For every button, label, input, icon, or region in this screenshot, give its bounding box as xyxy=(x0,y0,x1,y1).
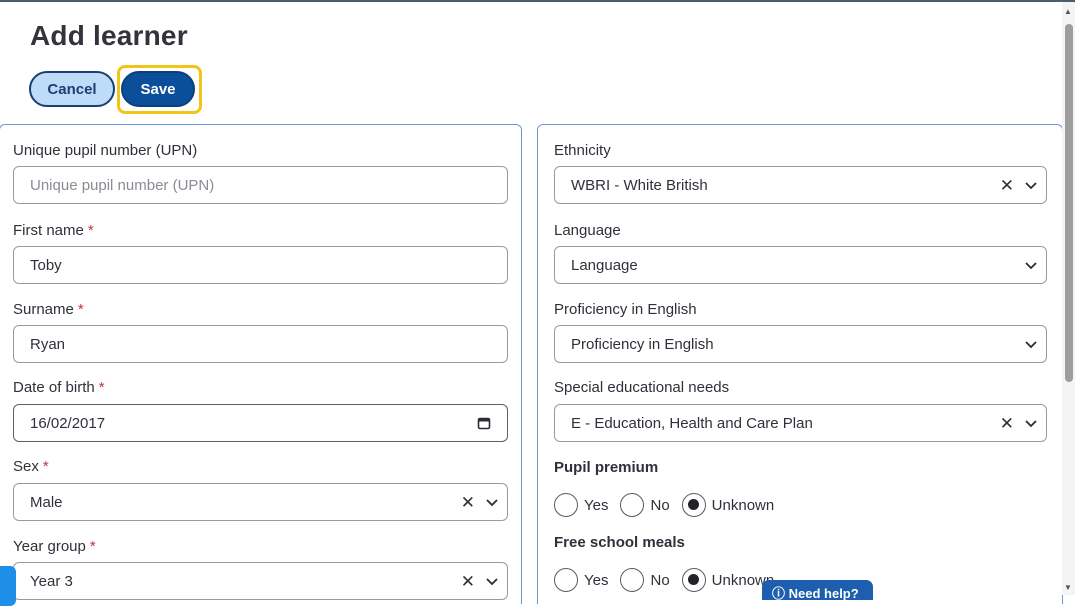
language-select[interactable]: Language xyxy=(554,246,1047,284)
calendar-icon[interactable] xyxy=(477,416,491,430)
dob-field[interactable]: 16/02/2017 xyxy=(13,404,508,442)
sen-value: E - Education, Health and Care Plan xyxy=(571,414,813,432)
radio-circle-selected[interactable] xyxy=(681,493,706,517)
upn-field[interactable] xyxy=(13,166,508,204)
ethnicity-select[interactable]: WBRI - White British ✕ xyxy=(554,166,1047,204)
surname-field[interactable]: Ryan xyxy=(13,325,508,363)
year-group-select[interactable]: Year 3 ✕ xyxy=(13,562,508,600)
year-group-label: Year group * xyxy=(13,538,96,555)
free-school-meals-no[interactable]: No xyxy=(620,568,670,592)
top-border xyxy=(0,0,1075,2)
required-mark: * xyxy=(89,538,96,555)
save-button[interactable]: Save xyxy=(121,71,195,107)
close-icon[interactable]: ✕ xyxy=(461,573,475,590)
chevron-down-icon[interactable] xyxy=(485,495,499,509)
sex-label: Sex * xyxy=(13,458,49,475)
chevron-down-icon[interactable] xyxy=(1024,258,1038,272)
sen-label: Special educational needs xyxy=(554,379,730,396)
upn-label: Unique pupil number (UPN) xyxy=(13,142,198,159)
close-icon[interactable]: ✕ xyxy=(1000,415,1014,432)
pupil-premium-label: Pupil premium xyxy=(554,459,659,476)
first-name-value: Toby xyxy=(30,256,62,274)
language-label: Language xyxy=(554,222,621,239)
radio-circle[interactable] xyxy=(554,568,578,592)
required-mark: * xyxy=(87,222,94,239)
ethnicity-value: WBRI - White British xyxy=(571,176,708,194)
page-title: Add learner xyxy=(30,20,188,51)
year-group-value: Year 3 xyxy=(30,572,73,590)
pupil-premium-no[interactable]: No xyxy=(620,493,670,517)
chevron-down-icon[interactable] xyxy=(1024,178,1038,192)
radio-circle-selected[interactable] xyxy=(681,568,706,592)
sex-select[interactable]: Male ✕ xyxy=(13,483,508,521)
first-name-field[interactable]: Toby xyxy=(13,246,508,284)
chevron-down-icon[interactable] xyxy=(485,574,499,588)
free-school-meals-yes[interactable]: Yes xyxy=(554,568,608,592)
sen-select[interactable]: E - Education, Health and Care Plan ✕ xyxy=(554,404,1047,442)
surname-label: Surname * xyxy=(13,301,84,318)
first-name-label: First name * xyxy=(13,222,94,239)
required-mark: * xyxy=(42,458,49,475)
chevron-down-icon[interactable] xyxy=(1024,416,1038,430)
side-widget-tab[interactable] xyxy=(0,566,16,606)
radio-circle[interactable] xyxy=(620,493,645,517)
pupil-premium-radio-group: Yes No Unknown xyxy=(554,493,786,517)
help-icon: ⓘ xyxy=(772,586,789,600)
proficiency-label: Proficiency in English xyxy=(554,301,697,318)
surname-value: Ryan xyxy=(30,335,66,353)
close-icon[interactable]: ✕ xyxy=(1000,177,1014,194)
chevron-down-icon[interactable] xyxy=(1024,337,1038,351)
dob-label: Date of birth * xyxy=(13,379,105,396)
upn-input[interactable] xyxy=(30,176,507,194)
free-school-meals-label: Free school meals xyxy=(554,534,685,551)
cancel-button[interactable]: Cancel xyxy=(29,71,115,107)
need-help-tab[interactable]: ⓘ Need help? xyxy=(762,580,873,600)
sex-value: Male xyxy=(30,493,63,511)
close-icon[interactable]: ✕ xyxy=(461,494,475,511)
ethnicity-label: Ethnicity xyxy=(554,142,611,159)
free-school-meals-radio-group: Yes No Unknown xyxy=(554,568,786,592)
scroll-down-icon[interactable]: ▼ xyxy=(1064,583,1072,592)
proficiency-value: Proficiency in English xyxy=(571,335,714,353)
scroll-up-icon[interactable]: ▲ xyxy=(1064,7,1072,16)
language-value: Language xyxy=(571,256,638,274)
pupil-premium-yes[interactable]: Yes xyxy=(554,493,608,517)
free-school-meals-unknown[interactable]: Unknown xyxy=(681,568,774,592)
radio-circle[interactable] xyxy=(620,568,645,592)
dob-value: 16/02/2017 xyxy=(30,414,106,432)
pupil-premium-unknown[interactable]: Unknown xyxy=(681,493,774,517)
radio-circle[interactable] xyxy=(554,493,578,517)
required-mark: * xyxy=(77,301,84,318)
required-mark: * xyxy=(98,379,105,396)
proficiency-select[interactable]: Proficiency in English xyxy=(554,325,1047,363)
scrollbar-thumb[interactable] xyxy=(1065,24,1073,382)
